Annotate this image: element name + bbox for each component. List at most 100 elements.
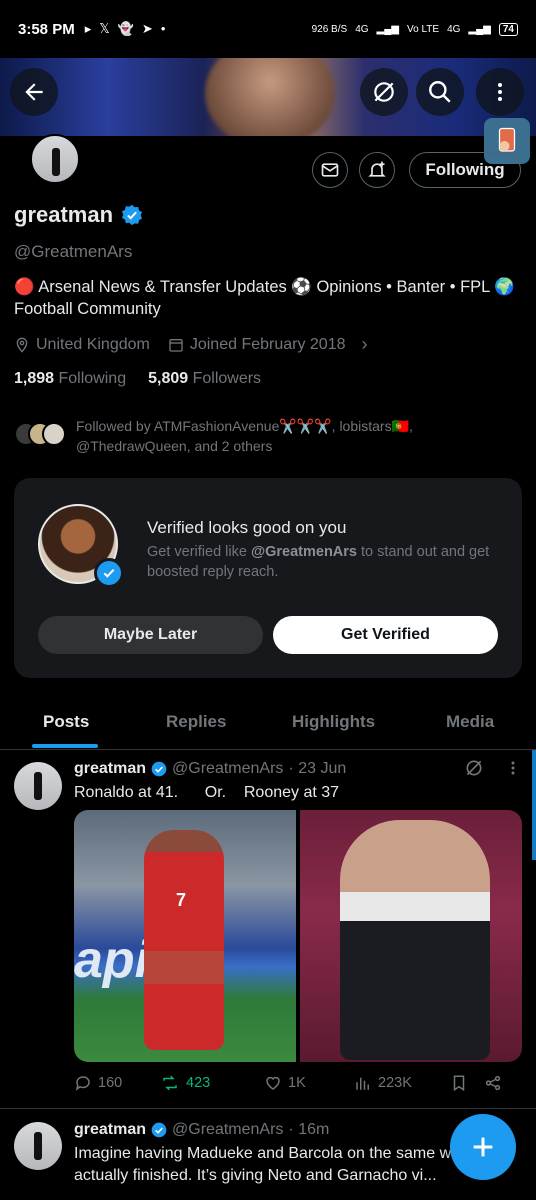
tweet-avatar[interactable] (14, 1122, 62, 1170)
get-verified-button[interactable]: Get Verified (273, 616, 498, 654)
signal-icon: ▂▄▆ (376, 23, 399, 35)
bell-plus-icon (368, 161, 386, 177)
player-figure: 7 (144, 830, 224, 1050)
tweet-time: · 23 Jun (288, 760, 347, 777)
grok-tweet-button[interactable] (464, 758, 484, 783)
promo-subtitle-pre: Get verified like (147, 544, 251, 560)
cast-icon: ▸ (84, 21, 92, 36)
profile-handle: @GreatmenArs (14, 242, 133, 261)
dot-icon: • (160, 21, 166, 36)
signal-icon-2: ▂▄▆ (468, 23, 491, 35)
scrollbar[interactable] (532, 750, 536, 860)
more-button[interactable] (476, 68, 524, 116)
reply-count: 160 (98, 1075, 123, 1091)
snapchat-icon: 👻 (117, 21, 134, 36)
tab-highlights[interactable]: Highlights (292, 712, 375, 732)
more-vertical-icon (511, 761, 515, 775)
tweet-text: Ronaldo at 41. Or. Rooney at 37 (74, 784, 340, 801)
retweet-action[interactable]: 423 (160, 1074, 264, 1092)
like-action[interactable]: 1K (264, 1074, 354, 1092)
reply-icon (75, 1076, 90, 1091)
banner-photo (205, 58, 335, 136)
envelope-icon (321, 163, 339, 177)
like-count: 1K (288, 1075, 306, 1091)
grok-icon (374, 82, 394, 102)
bookmark-icon (453, 1075, 465, 1092)
telegram-icon: ➤ (141, 21, 153, 36)
tweet-avatar[interactable] (14, 762, 62, 810)
profile-avatar[interactable] (30, 134, 80, 184)
net-speed: 926 B/S (311, 23, 348, 35)
status-time: 3:58 PM (18, 20, 75, 38)
following-count-link[interactable]: 1,898 Following (14, 370, 126, 388)
grok-icon (466, 760, 482, 776)
following-count: 1,898 (14, 370, 55, 387)
chevron-right-icon[interactable]: › (362, 334, 368, 355)
bar-chart-icon (356, 1077, 369, 1090)
tweet-header: greatman @GreatmenArs · 16m (74, 1121, 329, 1139)
followers-count-link[interactable]: 5,809 Followers (148, 370, 261, 388)
tweet-text: Imagine having Madueke and Barcola on th… (74, 1145, 514, 1184)
followed-by[interactable]: Followed by ATMFashionAvenue✂️✂️✂️, lobi… (14, 416, 516, 456)
arrow-left-icon (25, 83, 43, 101)
notify-button[interactable] (359, 152, 395, 188)
tab-media[interactable]: Media (446, 712, 494, 732)
tab-replies[interactable]: Replies (166, 712, 226, 732)
verified-badge-icon (121, 204, 143, 226)
tweet-author-name[interactable]: greatman (74, 1121, 146, 1139)
media-image-ronaldo[interactable]: apin 7 (74, 810, 296, 1062)
joined-text: Joined February 2018 (189, 335, 346, 353)
bio-line-2: Football Community (14, 300, 161, 318)
display-name: greatman (14, 202, 114, 227)
reply-action[interactable]: 160 (74, 1074, 160, 1092)
profile-name-row: greatman (14, 202, 143, 228)
tweet-actions: 160 423 1K 223K (74, 1074, 522, 1092)
view-count: 223K (378, 1075, 412, 1091)
verified-badge-icon (151, 761, 167, 777)
person-figure (340, 820, 490, 1060)
message-button[interactable] (312, 152, 348, 188)
status-right: 926 B/S 4G ▂▄▆ Vo LTE 4G ▂▄▆ 74 (311, 22, 518, 36)
location-text: United Kingdom (36, 335, 150, 353)
tweet-media[interactable]: apin 7 (74, 810, 522, 1062)
promo-subtitle-handle: @GreatmenArs (250, 544, 357, 560)
followers-count: 5,809 (148, 370, 189, 387)
battery-icon: 74 (498, 22, 518, 36)
back-button[interactable] (10, 68, 58, 116)
compose-button[interactable] (450, 1114, 516, 1180)
tweet-author-handle: @GreatmenArs (172, 760, 284, 777)
tweet-more-button[interactable] (506, 758, 520, 783)
search-icon (429, 81, 451, 103)
tweet-divider (0, 1108, 536, 1109)
media-image-rooney[interactable] (300, 810, 522, 1062)
grok-button[interactable] (360, 68, 408, 116)
search-button[interactable] (416, 68, 464, 116)
profile-tabs: Posts Replies Highlights Media (0, 698, 536, 750)
tweet-time: · 16m (288, 1121, 330, 1138)
calendar-icon (169, 338, 183, 352)
more-vertical-icon (498, 83, 502, 101)
follower-avatar (42, 422, 66, 446)
location-pin-icon (16, 337, 28, 353)
maybe-later-button[interactable]: Maybe Later (38, 616, 263, 654)
verified-badge-icon (151, 1122, 167, 1138)
volte-label: Vo LTE (407, 23, 440, 35)
follower-avatars (14, 416, 68, 446)
verify-promo-card: Verified looks good on you Get verified … (14, 478, 522, 678)
promo-title: Verified looks good on you (147, 518, 347, 537)
profile-meta: United Kingdom Joined February 2018 › (14, 334, 368, 355)
retweet-icon (163, 1075, 177, 1091)
views-action[interactable]: 223K (354, 1074, 450, 1092)
notification-icons: ▸ 𝕏 👻 ➤ • (85, 21, 166, 37)
share-action[interactable] (484, 1074, 502, 1092)
bio-line-1: 🔴 Arsenal News & Transfer Updates ⚽ Opin… (14, 278, 515, 296)
x-logo-icon: 𝕏 (99, 21, 110, 36)
tweet-header: greatman @GreatmenArs · 23 Jun (74, 760, 346, 778)
plus-icon (473, 1137, 493, 1157)
bookmark-action[interactable] (450, 1074, 484, 1092)
tab-posts[interactable]: Posts (43, 712, 89, 732)
following-button[interactable]: Following (409, 152, 521, 188)
profile-bio: 🔴 Arsenal News & Transfer Updates ⚽ Opin… (14, 276, 524, 320)
following-label: Following (58, 370, 127, 387)
tweet-author-name[interactable]: greatman (74, 760, 146, 778)
